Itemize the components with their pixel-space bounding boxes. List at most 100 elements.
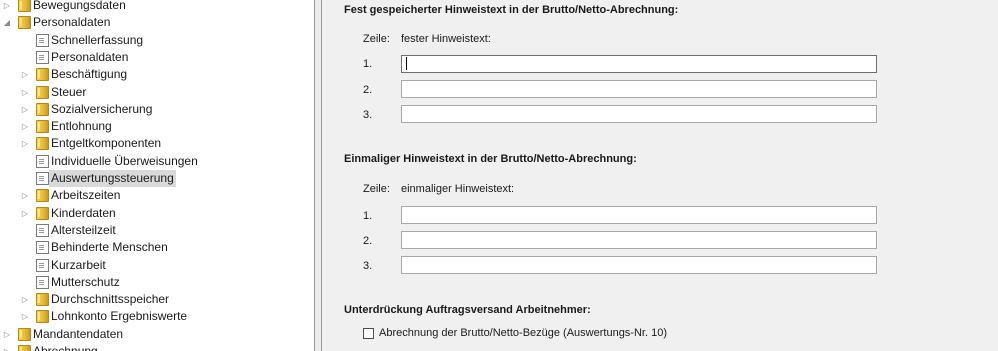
pane-splitter[interactable] <box>314 0 322 351</box>
tree-item-label: Kinderdaten <box>51 205 116 220</box>
tree-item-label: Abrechnung <box>33 344 98 351</box>
text-caret <box>406 57 407 70</box>
section-heading-fixed-note: Fest gespeicherter Hinweistext in der Br… <box>344 4 679 16</box>
tree-item-label: Arbeitszeiten <box>51 188 121 203</box>
navigation-tree: ▷ Bewegungsdaten ◢ Personaldaten Schnellerfa… <box>0 0 314 351</box>
collapsed-arrow-icon[interactable]: ▷ <box>2 0 12 14</box>
tree-item-label: Mutterschutz <box>51 274 120 289</box>
section-heading-one-time-note: Einmaliger Hinweistext in der Brutto/Net… <box>344 153 637 165</box>
tree-item[interactable]: ▷ Lohnkonto Ergebniswerte <box>0 308 314 325</box>
row-number: 2. <box>363 235 373 247</box>
tree-item-label: Personaldaten <box>33 15 111 30</box>
row-number: 2. <box>363 84 373 96</box>
tree-item[interactable]: ▷ Beschäftigung <box>0 66 314 83</box>
tree-item-label: Sozialversicherung <box>51 101 153 116</box>
row-number: 3. <box>363 109 373 121</box>
row-number: 1. <box>363 210 373 222</box>
tree-item-label: Mandantendaten <box>33 326 124 341</box>
fixed-note-line-1-input[interactable] <box>401 55 877 73</box>
tree-item[interactable]: ▷ Entgeltkomponenten <box>0 135 314 152</box>
tree-item-label: Steuer <box>51 84 87 99</box>
document-icon <box>36 258 49 272</box>
folder-icon <box>36 310 49 324</box>
tree-item[interactable]: Kurzarbeit <box>0 257 314 274</box>
tree-item[interactable]: Auswertungssteuerung <box>0 170 314 187</box>
tree-item[interactable]: ▷ Arbeitszeiten <box>0 187 314 204</box>
tree-item-label: Entgeltkomponenten <box>51 136 162 151</box>
folder-icon <box>18 0 31 12</box>
zeile-label: Zeile: <box>363 183 390 195</box>
document-icon <box>36 50 49 64</box>
tree-item-label: Schnellerfassung <box>51 32 144 47</box>
suppress-dispatch-checkbox[interactable] <box>363 328 374 339</box>
zeile-label: Zeile: <box>363 33 390 45</box>
collapsed-arrow-icon[interactable]: ▷ <box>2 326 12 343</box>
row-number: 3. <box>363 260 373 272</box>
tree-item[interactable]: Behinderte Menschen <box>0 239 314 256</box>
tree-item[interactable]: ▷ Bewegungsdaten <box>0 0 314 14</box>
document-icon <box>36 223 49 237</box>
folder-icon <box>18 345 31 351</box>
form-pane: Fest gespeicherter Hinweistext in der Br… <box>322 0 998 351</box>
folder-icon <box>36 85 49 99</box>
folder-icon <box>36 102 49 116</box>
collapsed-arrow-icon[interactable]: ▷ <box>20 84 30 101</box>
tree-item-label: Bewegungsdaten <box>33 0 126 12</box>
tree-item[interactable]: ▷ Abrechnung <box>0 343 314 351</box>
document-icon <box>36 172 49 185</box>
column-label-fixed-note: fester Hinweistext: <box>401 33 491 45</box>
collapsed-arrow-icon[interactable]: ▷ <box>20 308 30 325</box>
tree-item-label: Altersteilzeit <box>51 222 116 237</box>
collapsed-arrow-icon[interactable]: ▷ <box>20 135 30 152</box>
tree-item-label: Individuelle Überweisungen <box>51 153 198 168</box>
tree-item[interactable]: ▷ Kinderdaten <box>0 205 314 222</box>
collapsed-arrow-icon[interactable]: ▷ <box>20 187 30 204</box>
fixed-note-line-3-input[interactable] <box>401 105 877 123</box>
one-time-note-line-1-input[interactable] <box>401 206 877 224</box>
tree-item-label: Lohnkonto Ergebniswerte <box>51 309 188 324</box>
tree-item[interactable]: Mutterschutz <box>0 274 314 291</box>
tree-item-label: Auswertungssteuerung <box>49 170 176 187</box>
tree-item[interactable]: ▷ Durchschnittsspeicher <box>0 291 314 308</box>
tree-item[interactable]: ▷ Steuer <box>0 84 314 101</box>
tree-item-label: Kurzarbeit <box>51 257 106 272</box>
folder-icon <box>36 189 49 203</box>
tree-item[interactable]: ▷ Mandantendaten <box>0 326 314 343</box>
fixed-note-line-2-input[interactable] <box>401 80 877 98</box>
tree-item-label: Beschäftigung <box>51 67 128 82</box>
folder-icon <box>18 16 31 30</box>
expanded-arrow-icon[interactable]: ◢ <box>2 14 12 31</box>
collapsed-arrow-icon[interactable]: ▷ <box>20 66 30 83</box>
tree-item[interactable]: Personaldaten <box>0 49 314 66</box>
folder-icon <box>36 120 49 134</box>
one-time-note-line-3-input[interactable] <box>401 256 877 274</box>
document-icon <box>36 154 49 168</box>
collapsed-arrow-icon[interactable]: ▷ <box>20 205 30 222</box>
tree-item[interactable]: Individuelle Überweisungen <box>0 153 314 170</box>
document-icon <box>36 241 49 255</box>
tree-item-label: Durchschnittsspeicher <box>51 292 170 307</box>
one-time-note-line-2-input[interactable] <box>401 231 877 249</box>
folder-icon <box>36 137 49 151</box>
tree-item[interactable]: ◢ Personaldaten <box>0 14 314 31</box>
document-icon <box>36 275 49 289</box>
folder-icon <box>36 68 49 82</box>
suppress-dispatch-checkbox-label[interactable]: Abrechnung der Brutto/Netto-Bezüge (Ausw… <box>379 327 667 339</box>
folder-icon <box>36 293 49 307</box>
collapsed-arrow-icon[interactable]: ▷ <box>2 343 12 351</box>
section-heading-suppress-dispatch: Unterdrückung Auftragsversand Arbeitnehm… <box>344 304 591 316</box>
collapsed-arrow-icon[interactable]: ▷ <box>20 291 30 308</box>
collapsed-arrow-icon[interactable]: ▷ <box>20 118 30 135</box>
document-icon <box>36 33 49 47</box>
tree-item[interactable]: Schnellerfassung <box>0 32 314 49</box>
tree-item[interactable]: Altersteilzeit <box>0 222 314 239</box>
column-label-one-time-note: einmaliger Hinweistext: <box>401 183 515 195</box>
folder-icon <box>18 327 31 341</box>
tree-item[interactable]: ▷ Entlohnung <box>0 118 314 135</box>
tree-item[interactable]: ▷ Sozialversicherung <box>0 101 314 118</box>
tree-item-label: Personaldaten <box>51 49 129 64</box>
tree-item-label: Behinderte Menschen <box>51 240 168 255</box>
collapsed-arrow-icon[interactable]: ▷ <box>20 101 30 118</box>
folder-icon <box>36 206 49 220</box>
tree-item-label: Entlohnung <box>51 119 112 134</box>
